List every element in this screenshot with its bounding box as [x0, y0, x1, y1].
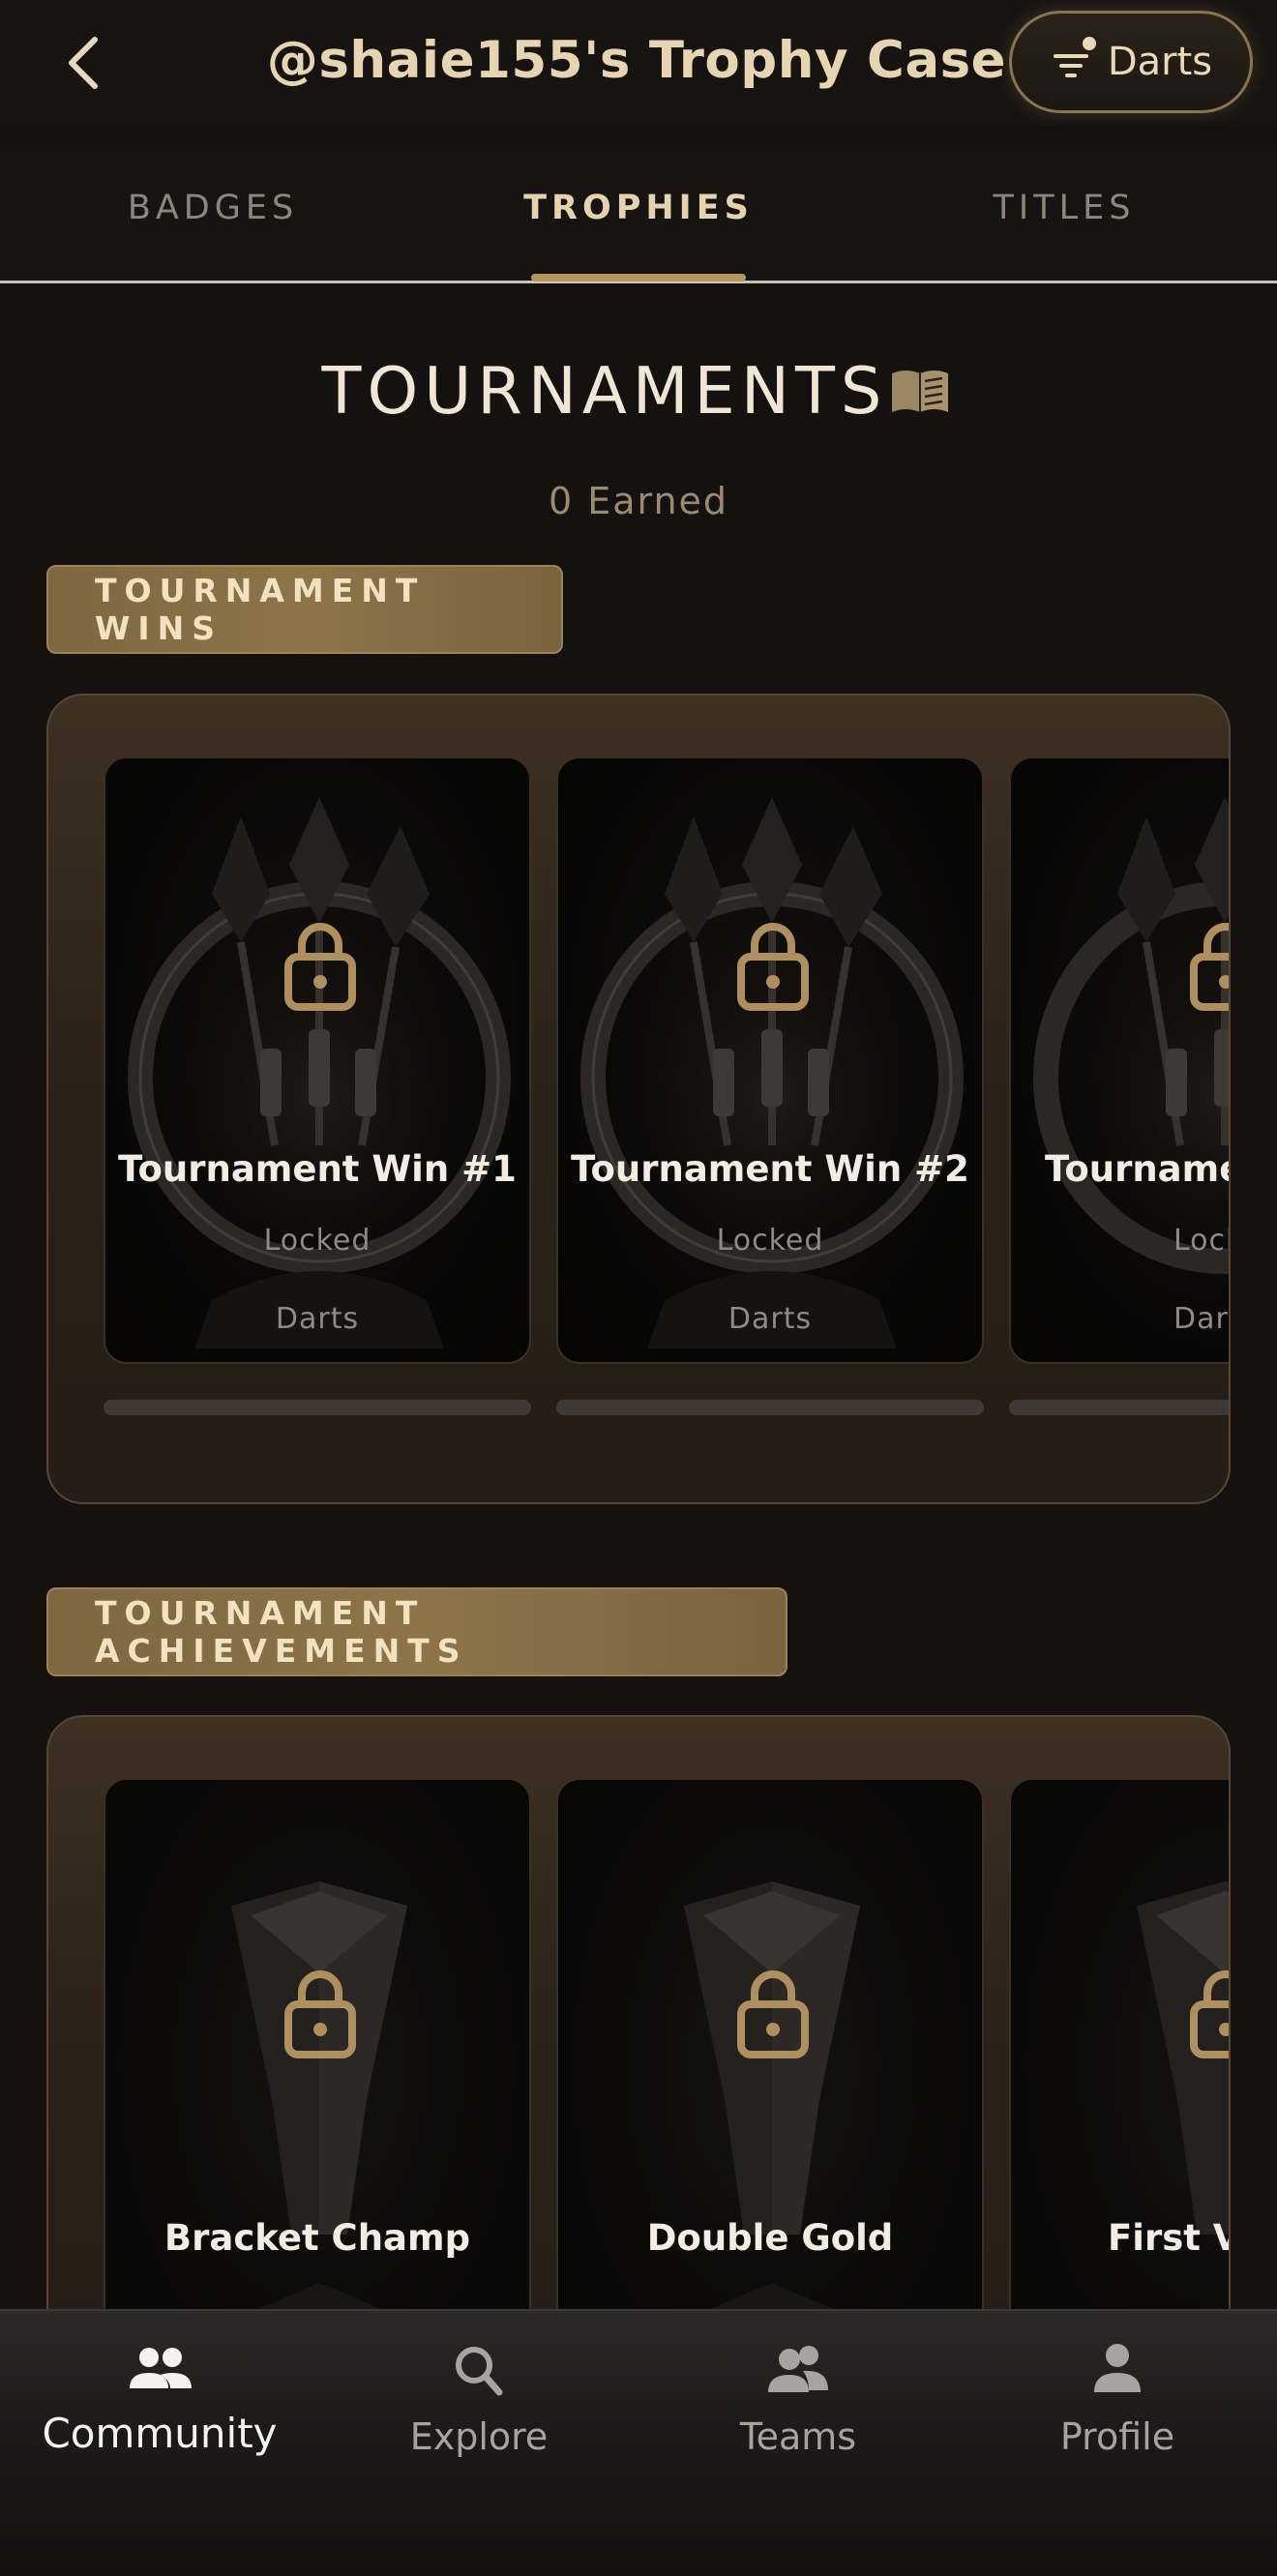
nav-label: Community [42, 2410, 278, 2457]
search-icon [456, 2347, 503, 2396]
trophy-status: Locked [716, 1224, 824, 1258]
darts-trophy-image [105, 758, 529, 1362]
progress-bar [104, 1400, 531, 1415]
lock-icon [737, 1970, 809, 2058]
trophy-sport: Dar [1173, 1302, 1229, 1336]
section-title-text: TOURNAMENTS [321, 353, 888, 429]
trophy-sport: Darts [275, 1302, 360, 1336]
trophy-card[interactable]: Tournament Win #1 Locked Darts [104, 756, 531, 1364]
trophy-card[interactable]: Double Gold [556, 1778, 984, 2390]
cup-trophy-image [558, 1780, 982, 2387]
tab-bar: BADGES TROPHIES TITLES [0, 145, 1277, 283]
trophy-card[interactable]: Bracket Champ [104, 1778, 531, 2390]
nav-community[interactable]: Community [0, 2340, 319, 2495]
trophy-shelf-wins[interactable]: Tournament Win #1 Locked Darts Tournamen… [46, 694, 1231, 1504]
page-title-text: @shaie155's Trophy Case [266, 31, 1007, 90]
cup-trophy-image [105, 1780, 529, 2387]
trophy-card[interactable]: Tournament Win #2 Locked Darts [556, 756, 984, 1364]
trophy-title: Bracket Champ [163, 2217, 471, 2259]
trophy-title: Tourname [1045, 1148, 1231, 1190]
active-tab-indicator [531, 274, 746, 281]
trophy-card[interactable]: First V [1009, 1778, 1231, 2390]
filter-label: Darts [1107, 40, 1213, 84]
darts-trophy-image [558, 758, 982, 1362]
nav-label: Profile [1059, 2415, 1175, 2458]
tab-titles[interactable]: TITLES [905, 189, 1224, 227]
top-header: @shaie155's Trophy Case Darts [0, 0, 1277, 126]
sport-filter-button[interactable]: Darts [1009, 11, 1253, 113]
trophy-title: First V [1108, 2217, 1231, 2259]
trophy-title: Double Gold [646, 2217, 894, 2259]
bottom-navigation: Community Explore Teams Profile [0, 2309, 1277, 2576]
lock-icon [284, 923, 356, 1011]
earned-count: 0 Earned [548, 480, 729, 522]
trophy-status: Locked [263, 1224, 371, 1258]
lock-icon [1190, 1970, 1229, 2058]
nav-teams[interactable]: Teams [638, 2340, 958, 2495]
community-icon [130, 2348, 192, 2388]
trophy-sport: Darts [728, 1302, 813, 1336]
category-chip-tournament-wins: TOURNAMENT WINS [46, 565, 563, 654]
filter-icon [1050, 37, 1096, 81]
trophy-title: Tournament Win #2 [571, 1148, 969, 1190]
progress-bar [556, 1400, 984, 1415]
lock-icon [284, 1970, 356, 2058]
profile-icon [1094, 2344, 1141, 2392]
trophy-card[interactable]: Tourname Lock Dar [1009, 756, 1231, 1364]
teams-icon [768, 2346, 828, 2392]
nav-explore[interactable]: Explore [319, 2340, 638, 2495]
darts-trophy-image [1011, 758, 1229, 1362]
nav-label: Explore [409, 2415, 549, 2458]
tab-badges[interactable]: BADGES [53, 189, 372, 227]
trophy-title: Tournament Win #1 [118, 1148, 517, 1190]
lock-icon [737, 923, 809, 1011]
trophy-shelf-achievements[interactable]: Bracket Champ Double Gold First V [46, 1715, 1231, 2392]
section-title: TOURNAMENTS [0, 353, 1277, 429]
book-icon[interactable] [888, 366, 952, 416]
category-chip-tournament-achievements: TOURNAMENT ACHIEVEMENTS [46, 1587, 787, 1676]
trophy-status: Lock [1173, 1224, 1229, 1258]
lock-icon [1190, 923, 1229, 1011]
tab-trophies[interactable]: TROPHIES [479, 189, 798, 227]
progress-bar [1009, 1400, 1229, 1415]
nav-label: Teams [739, 2415, 857, 2458]
nav-profile[interactable]: Profile [958, 2340, 1277, 2495]
cup-trophy-image [1011, 1780, 1229, 2387]
